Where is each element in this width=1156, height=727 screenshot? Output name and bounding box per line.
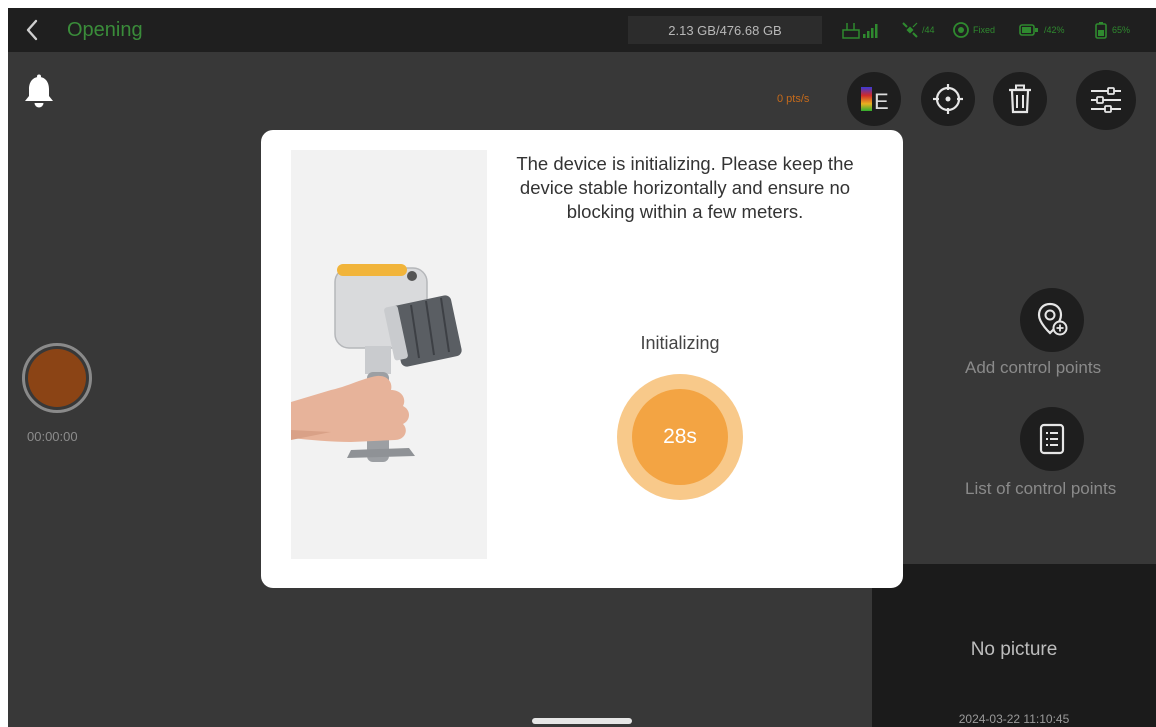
device-illustration	[291, 150, 487, 559]
initializing-dialog: The device is initializing. Please keep …	[261, 130, 903, 588]
countdown-ring: 28s	[617, 374, 743, 500]
countdown-circle: 28s	[632, 389, 728, 485]
dialog-message: The device is initializing. Please keep …	[516, 153, 854, 223]
handheld-scanner-image	[291, 264, 462, 462]
countdown-value: 28s	[663, 425, 697, 448]
modal-overlay: The device is initializing. Please keep …	[8, 8, 1156, 727]
initializing-label: Initializing	[640, 333, 720, 353]
app-screen: Opening 2.13 GB/476.68 GB /44 Fixed /42%…	[8, 8, 1156, 727]
